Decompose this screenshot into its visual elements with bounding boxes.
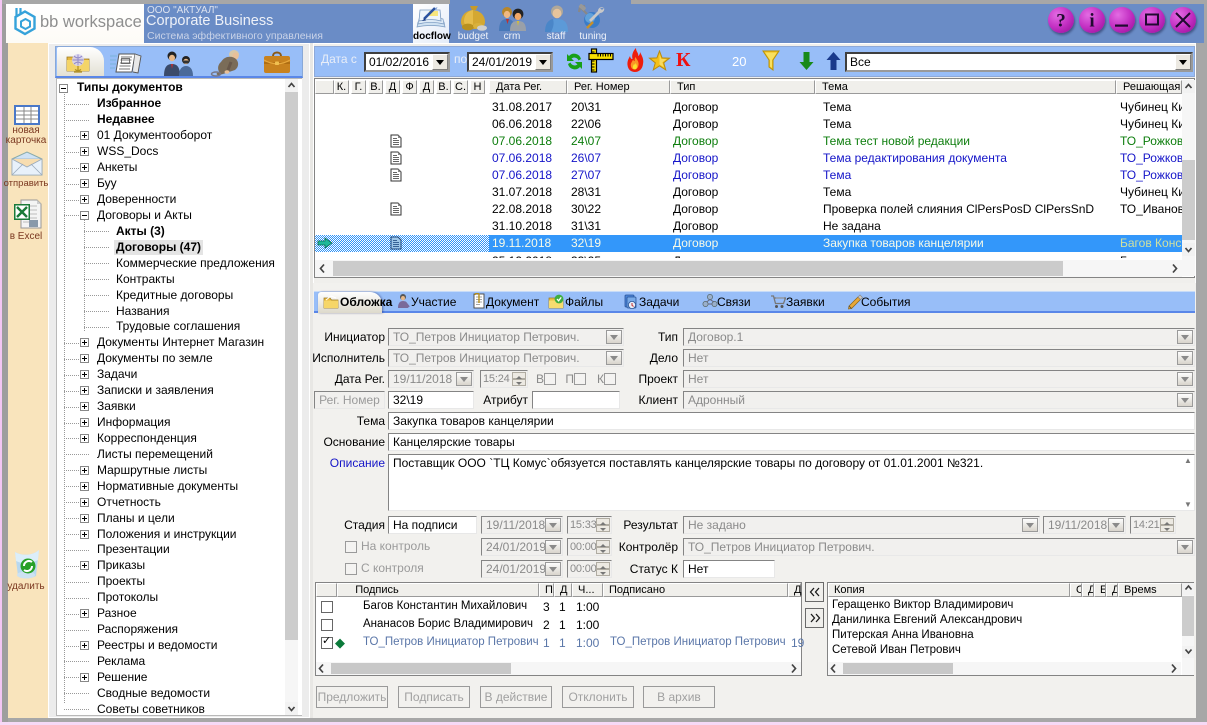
svg-text:?: ? xyxy=(1056,10,1066,31)
svg-text:i: i xyxy=(1089,10,1094,31)
